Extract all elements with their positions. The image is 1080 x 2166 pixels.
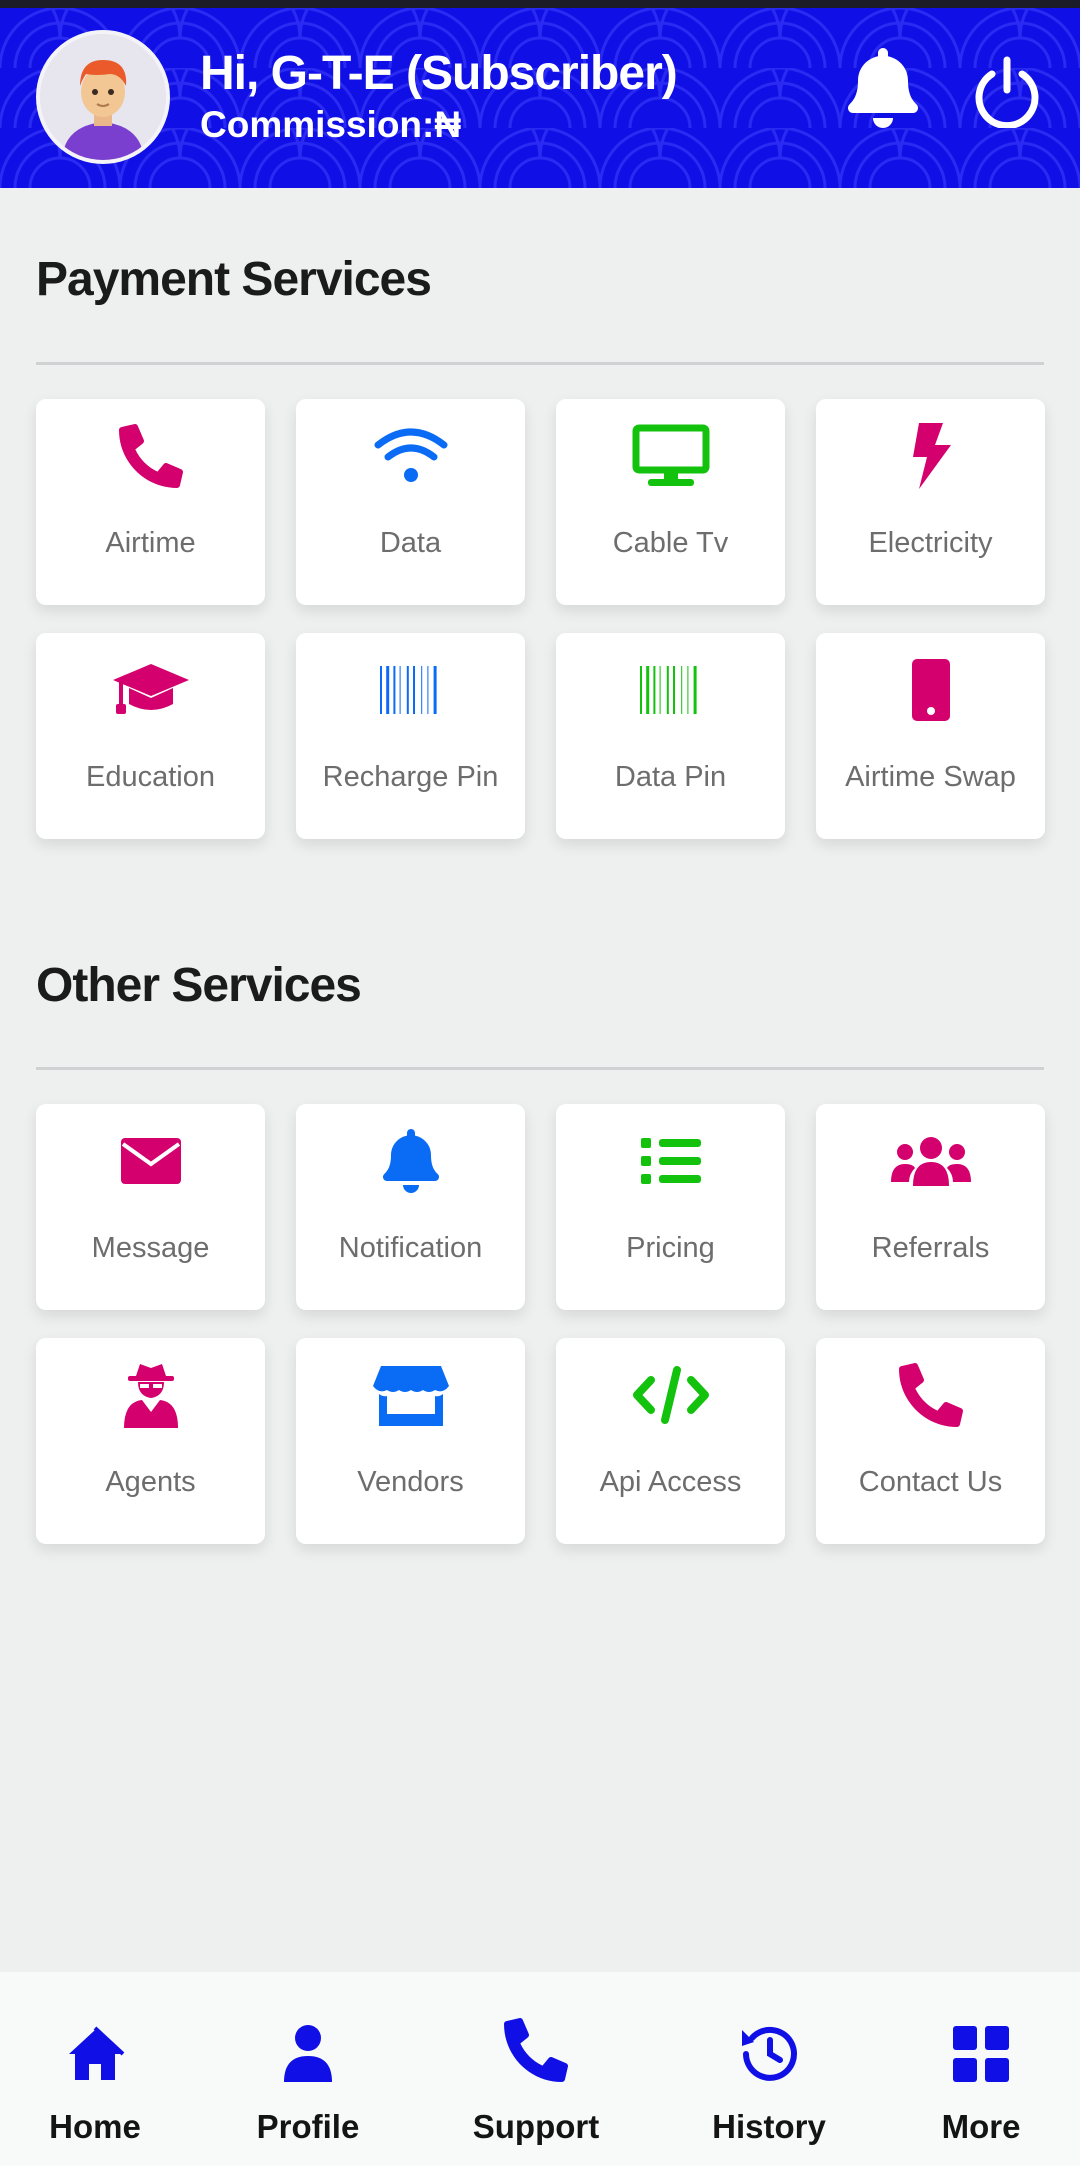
nav-label: More	[941, 2108, 1021, 2145]
avatar[interactable]	[36, 30, 170, 164]
commission-text: Commission:₦	[200, 104, 462, 145]
service-label: Cable Tv	[612, 527, 729, 559]
nav-label: Support	[472, 2108, 600, 2145]
nav-home[interactable]: Home	[5, 2002, 185, 2152]
nav-support[interactable]: Support	[446, 2002, 626, 2152]
history-icon	[679, 2002, 859, 2082]
barcode-icon	[296, 655, 525, 725]
payment-airtime-swap-card[interactable]: Airtime Swap	[816, 633, 1045, 839]
other-notification-card[interactable]: Notification	[296, 1104, 525, 1310]
section-divider	[36, 1067, 1044, 1070]
payment-airtime-card[interactable]: Airtime	[36, 399, 265, 605]
service-label: Notification	[338, 1232, 483, 1264]
bell-icon[interactable]	[847, 48, 919, 128]
service-label: Vendors	[357, 1466, 464, 1498]
service-label: Data Pin	[614, 761, 727, 793]
status-bar-edge	[0, 0, 1080, 8]
nav-label: Home	[49, 2108, 141, 2145]
payment-data-pin-card[interactable]: Data Pin	[556, 633, 785, 839]
list-icon	[556, 1126, 785, 1196]
payment-education-card[interactable]: Education	[36, 633, 265, 839]
home-icon	[5, 2002, 185, 2082]
service-label: Contact Us	[858, 1466, 1003, 1498]
payment-recharge-pin-card[interactable]: Recharge Pin	[296, 633, 525, 839]
service-label: Pricing	[626, 1232, 715, 1264]
app-header: Hi, G-T-E (Subscriber) Commission:₦	[0, 8, 1080, 188]
phone-icon	[36, 421, 265, 491]
bolt-icon	[816, 421, 1045, 491]
users-icon	[816, 1126, 1045, 1196]
bottom-navigation: Home Profile Support History More	[0, 1972, 1080, 2166]
envelope-icon	[36, 1126, 265, 1196]
other-pricing-card[interactable]: Pricing	[556, 1104, 785, 1310]
other-message-card[interactable]: Message	[36, 1104, 265, 1310]
phone-icon	[446, 2002, 626, 2082]
service-label: Agents	[105, 1466, 196, 1498]
mobile-icon	[816, 655, 1045, 725]
payment-electricity-card[interactable]: Electricity	[816, 399, 1045, 605]
graduation-cap-icon	[36, 655, 265, 725]
service-label: Airtime	[105, 527, 196, 559]
service-label: Api Access	[599, 1466, 742, 1498]
section-divider	[36, 362, 1044, 365]
payment-cable-tv-card[interactable]: Cable Tv	[556, 399, 785, 605]
tv-icon	[556, 421, 785, 491]
other-referrals-card[interactable]: Referrals	[816, 1104, 1045, 1310]
service-label: Recharge Pin	[322, 761, 499, 793]
other-vendors-card[interactable]: Vendors	[296, 1338, 525, 1544]
nav-history[interactable]: History	[679, 2002, 859, 2152]
wifi-icon	[296, 421, 525, 491]
service-label: Airtime Swap	[845, 761, 1016, 793]
other-api-access-card[interactable]: Api Access	[556, 1338, 785, 1544]
user-secret-icon	[36, 1360, 265, 1430]
service-label: Message	[91, 1232, 210, 1264]
other-contact-us-card[interactable]: Contact Us	[816, 1338, 1045, 1544]
service-label: Electricity	[868, 527, 993, 559]
service-label: Referrals	[871, 1232, 990, 1264]
other-agents-card[interactable]: Agents	[36, 1338, 265, 1544]
store-icon	[296, 1360, 525, 1430]
nav-label: Profile	[256, 2108, 360, 2145]
code-icon	[556, 1360, 785, 1430]
nav-more[interactable]: More	[891, 2002, 1071, 2152]
barcode-icon	[556, 655, 785, 725]
payment-data-card[interactable]: Data	[296, 399, 525, 605]
bell-icon	[296, 1126, 525, 1196]
section-title-other: Other Services	[36, 959, 362, 1012]
greeting-text: Hi, G-T-E (Subscriber)	[200, 47, 678, 100]
user-icon	[218, 2002, 398, 2082]
section-title-payment: Payment Services	[36, 253, 432, 306]
phone-icon	[816, 1360, 1045, 1430]
power-icon[interactable]	[972, 48, 1042, 130]
grid-icon	[891, 2002, 1071, 2082]
nav-profile[interactable]: Profile	[218, 2002, 398, 2152]
service-label: Education	[86, 761, 215, 793]
nav-label: History	[712, 2108, 826, 2145]
service-label: Data	[379, 527, 442, 559]
